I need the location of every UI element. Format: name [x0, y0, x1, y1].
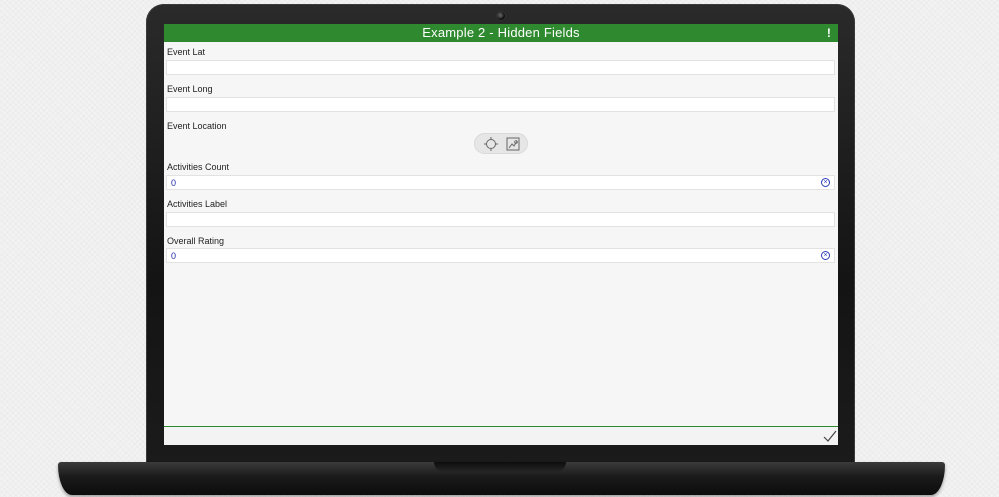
event-lat-input[interactable] — [166, 60, 835, 75]
checkmark-icon[interactable] — [823, 429, 837, 443]
event-long-input[interactable] — [166, 97, 835, 112]
alert-icon[interactable]: ! — [824, 24, 834, 42]
form-footer — [164, 427, 838, 445]
location-button-group — [474, 133, 528, 154]
activities-count-value: 0 — [171, 178, 177, 188]
overall-rating-input[interactable]: 0 × — [166, 248, 835, 263]
crosshair-icon[interactable] — [483, 136, 499, 152]
overall-rating-value: 0 — [171, 251, 177, 261]
form-header: Example 2 - Hidden Fields ! — [164, 24, 838, 42]
event-location-label: Event Location — [167, 121, 227, 131]
activities-count-input[interactable]: 0 × — [166, 175, 835, 190]
activities-label-input[interactable] — [166, 212, 835, 227]
overall-rating-label: Overall Rating — [167, 236, 225, 246]
webcam — [496, 11, 506, 21]
event-long-label: Event Long — [167, 84, 213, 94]
event-lat-label: Event Lat — [167, 47, 206, 57]
clear-icon[interactable]: × — [821, 178, 830, 187]
survey-form-screen: Example 2 - Hidden Fields ! Event Lat Ev… — [164, 24, 838, 445]
activities-label-label: Activities Label — [167, 199, 228, 209]
laptop-notch — [434, 462, 566, 472]
map-icon[interactable] — [505, 136, 521, 152]
clear-icon[interactable]: × — [821, 251, 830, 260]
form-title: Example 2 - Hidden Fields — [422, 25, 580, 40]
activities-count-label: Activities Count — [167, 162, 230, 172]
